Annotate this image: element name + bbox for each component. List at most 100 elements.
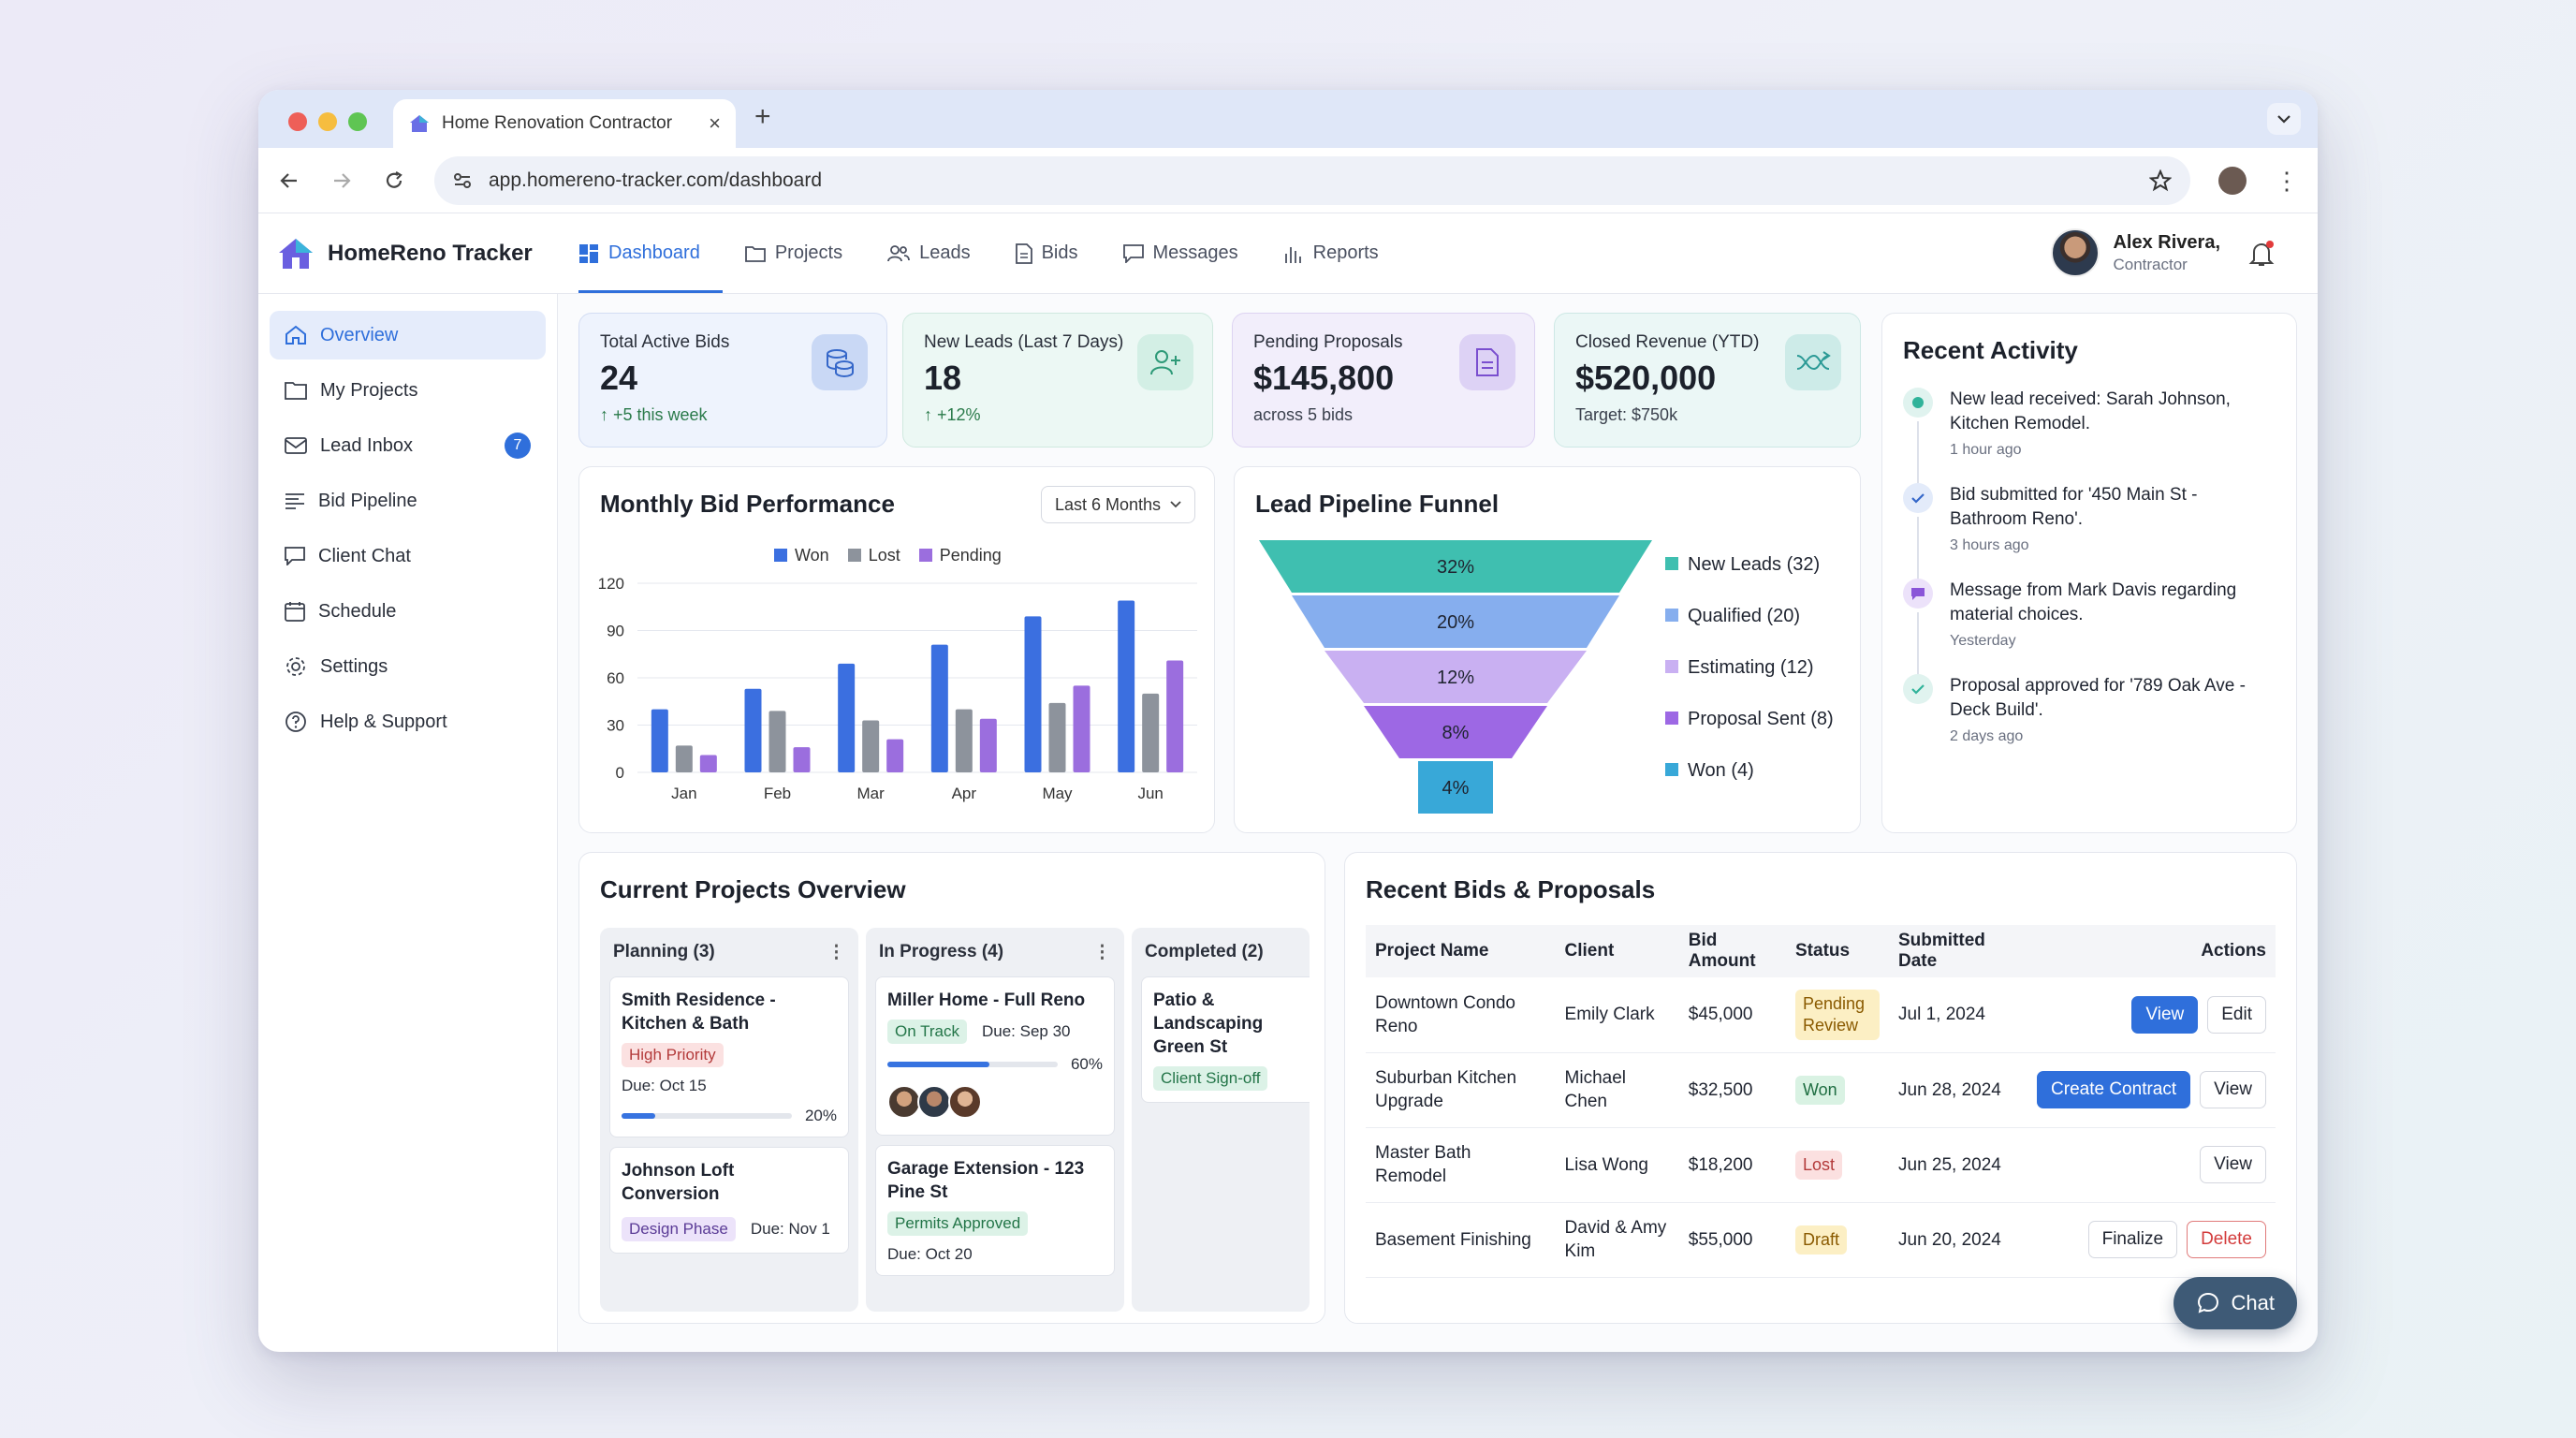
project-card[interactable]: Johnson Loft Conversion Design Phase Due… xyxy=(609,1147,849,1254)
nav-label: Dashboard xyxy=(608,242,700,263)
avatar[interactable] xyxy=(947,1085,982,1119)
delete-button[interactable]: Delete xyxy=(2187,1221,2266,1258)
nav-label: Projects xyxy=(774,242,843,263)
column-header[interactable]: Project Name xyxy=(1366,925,1556,977)
activity-item[interactable]: New lead received: Sarah Johnson, Kitche… xyxy=(1903,388,2276,487)
reload-icon[interactable] xyxy=(382,169,406,193)
project-card[interactable]: Miller Home - Full Reno On Track Due: Se… xyxy=(875,976,1115,1136)
more-options-icon[interactable]: ⋮ xyxy=(1093,942,1111,963)
address-bar: app.homereno-tracker.com/dashboard ⋮ xyxy=(258,148,2318,213)
sidebar-item-settings[interactable]: Settings xyxy=(270,642,546,691)
nav-reports[interactable]: Reports xyxy=(1261,213,1401,293)
nav-leads[interactable]: Leads xyxy=(865,213,993,293)
more-options-icon[interactable]: ⋮ xyxy=(827,942,845,963)
project-title: Smith Residence - Kitchen & Bath xyxy=(622,990,776,1034)
table-row[interactable]: Master Bath Remodel Lisa Wong $18,200 Lo… xyxy=(1366,1127,2276,1203)
stat-card-pending-proposals[interactable]: Pending Proposals $145,800 across 5 bids xyxy=(1232,313,1535,448)
sidebar-item-client-chat[interactable]: Client Chat xyxy=(270,532,546,580)
chat-button[interactable]: Chat xyxy=(2173,1277,2297,1329)
bar-lost xyxy=(862,720,880,772)
sidebar-item-label: Client Chat xyxy=(318,545,411,566)
activity-item[interactable]: Proposal approved for '789 Oak Ave - Dec… xyxy=(1903,674,2276,745)
column-header[interactable]: Submitted Date xyxy=(1889,925,2019,977)
sidebar-item-overview[interactable]: Overview xyxy=(270,311,546,360)
nav-bids[interactable]: Bids xyxy=(993,213,1101,293)
sidebar-item-help-support[interactable]: Help & Support xyxy=(270,697,546,746)
bid-bar-chart: 0 30 60 90 120 Jan Feb Mar Apr May Jun xyxy=(598,575,1197,802)
view-button[interactable]: View xyxy=(2200,1146,2266,1183)
new-tab-icon[interactable]: + xyxy=(754,101,771,133)
priority-tag: High Priority xyxy=(622,1043,724,1067)
browser-menu-icon[interactable]: ⋮ xyxy=(2275,169,2299,193)
x-tick-label: Jan xyxy=(671,785,696,802)
bookmark-star-icon[interactable] xyxy=(2149,169,2172,192)
brand[interactable]: HomeReno Tracker xyxy=(258,237,556,271)
list-icon xyxy=(285,493,304,509)
check-icon xyxy=(1903,483,1933,513)
column-header[interactable]: Client xyxy=(1555,925,1679,977)
activity-item[interactable]: Bid submitted for '450 Main St - Bathroo… xyxy=(1903,483,2276,582)
create-contract-button[interactable]: Create Contract xyxy=(2037,1071,2191,1108)
close-window-button[interactable] xyxy=(288,112,307,131)
sidebar-item-lead-inbox[interactable]: Lead Inbox 7 xyxy=(270,421,546,470)
bar-lost xyxy=(1048,702,1066,772)
activity-time: 1 hour ago xyxy=(1950,442,2022,458)
stat-card-new-leads[interactable]: New Leads (Last 7 Days) 18 ↑ +12% xyxy=(902,313,1213,448)
activity-time: 2 days ago xyxy=(1950,728,2024,744)
close-tab-icon[interactable]: × xyxy=(709,111,721,136)
nav-messages[interactable]: Messages xyxy=(1101,213,1261,293)
forward-arrow-icon[interactable] xyxy=(329,169,354,193)
sidebar: Overview My Projects Lead Inbox 7 Bid Pi… xyxy=(258,294,558,1352)
table-row[interactable]: Basement Finishing David & Amy Kim $55,0… xyxy=(1366,1202,2276,1278)
view-button[interactable]: View xyxy=(2131,995,2199,1034)
edit-button[interactable]: Edit xyxy=(2207,995,2266,1034)
stat-sub: ↑ +5 this week xyxy=(600,405,708,424)
project-card[interactable]: Garage Extension - 123 Pine St Permits A… xyxy=(875,1145,1115,1276)
bar-lost xyxy=(1142,693,1160,772)
project-card[interactable]: Smith Residence - Kitchen & Bath High Pr… xyxy=(609,976,849,1137)
avatar[interactable] xyxy=(917,1085,952,1119)
column-header[interactable]: Status xyxy=(1786,925,1889,977)
bar-pending xyxy=(699,755,717,772)
bar-won xyxy=(838,663,856,772)
maximize-window-button[interactable] xyxy=(348,112,367,131)
browser-tab[interactable]: Home Renovation Contractor × xyxy=(393,99,736,148)
phase-tag: Design Phase xyxy=(622,1217,736,1241)
bid-amount: $45,000 xyxy=(1678,977,1786,1053)
bar-pending xyxy=(979,718,997,772)
sidebar-item-bid-pipeline[interactable]: Bid Pipeline xyxy=(270,477,546,525)
stat-card-active-bids[interactable]: Total Active Bids 24 ↑ +5 this week xyxy=(578,313,887,448)
view-button[interactable]: View xyxy=(2200,1071,2266,1108)
bar-won xyxy=(1024,616,1042,772)
sidebar-item-schedule[interactable]: Schedule xyxy=(270,587,546,636)
activity-text: Proposal approved for '789 Oak Ave - Dec… xyxy=(1950,676,2246,720)
legend-swatch xyxy=(1665,712,1678,725)
finalize-button[interactable]: Finalize xyxy=(2087,1221,2178,1258)
column-title: Planning (3) xyxy=(613,942,715,961)
table-row[interactable]: Downtown Condo Reno Emily Clark $45,000 … xyxy=(1366,977,2276,1053)
column-header[interactable]: Bid Amount xyxy=(1678,925,1786,977)
nav-dashboard[interactable]: Dashboard xyxy=(556,213,723,293)
tab-list-chevron-icon[interactable] xyxy=(2267,103,2301,135)
nav-label: Bids xyxy=(1041,242,1078,263)
url-field[interactable]: app.homereno-tracker.com/dashboard xyxy=(434,155,2190,205)
sidebar-item-label: Help & Support xyxy=(320,711,447,732)
avatar[interactable] xyxy=(887,1085,921,1119)
table-row[interactable]: Suburban Kitchen Upgrade Michael Chen $3… xyxy=(1366,1052,2276,1128)
sidebar-item-my-projects[interactable]: My Projects xyxy=(270,366,546,415)
activity-item[interactable]: Message from Mark Davis regarding materi… xyxy=(1903,579,2276,678)
project-title: Miller Home - Full Reno xyxy=(887,990,1086,1010)
back-arrow-icon[interactable] xyxy=(277,169,301,193)
status-badge: Pending Review xyxy=(1795,989,1880,1040)
nav-projects[interactable]: Projects xyxy=(723,213,865,293)
project-name: Basement Finishing xyxy=(1366,1202,1556,1278)
dashboard-icon xyxy=(579,243,598,263)
browser-profile-avatar[interactable] xyxy=(2218,166,2247,195)
stat-card-closed-revenue[interactable]: Closed Revenue (YTD) $520,000 Target: $7… xyxy=(1554,313,1861,448)
minimize-window-button[interactable] xyxy=(318,112,337,131)
user-menu[interactable]: Alex Rivera, Contractor xyxy=(2051,228,2220,277)
notification-bell-icon[interactable] xyxy=(2248,240,2275,272)
project-card[interactable]: Patio & Landscaping Green St Client Sign… xyxy=(1141,976,1310,1103)
site-settings-icon[interactable] xyxy=(453,172,472,189)
trend-icon xyxy=(1785,334,1841,390)
